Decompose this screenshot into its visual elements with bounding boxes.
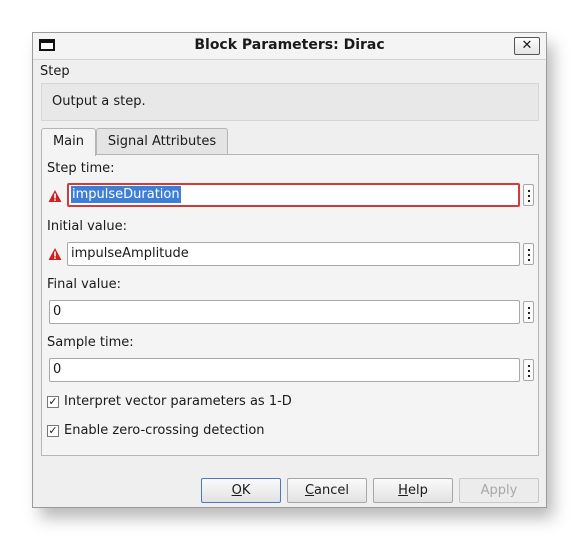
sample-time-input[interactable]: 0 (49, 358, 520, 382)
ok-label-rest: K (241, 483, 251, 498)
ok-mnemonic: O (231, 483, 242, 498)
close-icon: ✕ (521, 38, 533, 53)
apply-button[interactable]: Apply (459, 478, 539, 503)
sample-time-label: Sample time: (47, 335, 134, 350)
checkmark-icon: ✓ (48, 395, 58, 408)
block-description: Output a step. (52, 94, 146, 109)
initial-value-input[interactable]: impulseAmplitude (67, 242, 520, 266)
block-parameters-dialog: Block Parameters: Dirac ✕ Step Output a … (32, 32, 547, 508)
final-value-label: Final value: (47, 277, 121, 292)
close-button[interactable]: ✕ (514, 37, 540, 55)
title-bar[interactable]: Block Parameters: Dirac ✕ (33, 33, 546, 60)
help-label-rest: elp (407, 483, 428, 498)
sample-time-options-button[interactable] (523, 359, 534, 381)
cancel-mnemonic: C (304, 483, 315, 498)
window-title: Block Parameters: Dirac (194, 37, 385, 53)
initial-value-options-button[interactable] (523, 243, 534, 265)
main-tab-panel: Step time: impulseDuration Initial value… (41, 154, 539, 456)
initial-value-label: Initial value: (47, 219, 127, 234)
step-time-options-button[interactable] (523, 184, 534, 206)
initial-value-value: impulseAmplitude (71, 246, 189, 261)
block-name: Step (40, 64, 70, 79)
step-time-input[interactable]: impulseDuration (67, 183, 520, 207)
sample-time-value: 0 (53, 362, 62, 377)
cancel-label-rest: ancel (314, 483, 350, 498)
tab-main[interactable]: Main (41, 128, 96, 156)
final-value-input[interactable]: 0 (49, 300, 520, 324)
warning-icon (48, 190, 62, 202)
tab-signal-attributes-label: Signal Attributes (107, 134, 217, 149)
step-time-value: impulseDuration (71, 186, 181, 203)
zero-crossing-checkbox[interactable]: ✓ (47, 425, 59, 437)
ok-button[interactable]: OK (201, 478, 281, 503)
checkmark-icon: ✓ (48, 424, 58, 437)
final-value-options-button[interactable] (523, 301, 534, 323)
help-mnemonic: H (398, 483, 408, 498)
tab-main-label: Main (52, 134, 85, 149)
tab-signal-attributes[interactable]: Signal Attributes (96, 128, 228, 155)
zero-crossing-label[interactable]: Enable zero-crossing detection (64, 423, 265, 438)
warning-icon (48, 248, 62, 260)
final-value-value: 0 (53, 304, 62, 319)
interpret-vector-checkbox[interactable]: ✓ (47, 396, 59, 408)
cancel-button[interactable]: Cancel (287, 478, 367, 503)
description-box: Output a step. (41, 83, 539, 121)
interpret-vector-label[interactable]: Interpret vector parameters as 1-D (64, 394, 292, 409)
step-time-label: Step time: (47, 161, 115, 176)
help-button[interactable]: Help (373, 478, 453, 503)
